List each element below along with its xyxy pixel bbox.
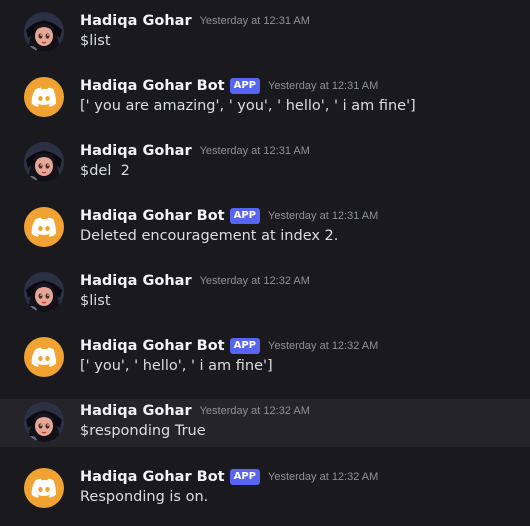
message-header: Hadiqa Gohar Bot APP Yesterday at 12:32 … <box>80 466 378 488</box>
user-avatar-icon[interactable] <box>24 142 64 182</box>
message-content: Responding is on. <box>80 489 209 505</box>
message-item[interactable]: Hadiqa Gohar Bot APP Yesterday at 12:31 … <box>0 75 530 123</box>
message-item[interactable]: Hadiqa Gohar Yesterday at 12:31 AM $del … <box>0 140 530 188</box>
message-content: Deleted encouragement at index 2. <box>80 228 339 244</box>
message-item[interactable]: Hadiqa Gohar Bot APP Yesterday at 12:31 … <box>0 205 530 253</box>
user-avatar-icon[interactable] <box>24 402 64 442</box>
timestamp[interactable]: Yesterday at 12:31 AM <box>200 15 310 27</box>
timestamp[interactable]: Yesterday at 12:32 AM <box>268 471 378 483</box>
message-list: Hadiqa Gohar Yesterday at 12:31 AM $list… <box>0 0 530 526</box>
message-content: [' you are amazing', ' you', ' hello', '… <box>80 98 416 114</box>
message-header: Hadiqa Gohar Bot APP Yesterday at 12:31 … <box>80 75 378 97</box>
author-name[interactable]: Hadiqa Gohar Bot <box>80 338 225 354</box>
author-name[interactable]: Hadiqa Gohar Bot <box>80 208 225 224</box>
message-header: Hadiqa Gohar Bot APP Yesterday at 12:31 … <box>80 205 378 227</box>
message-item-hovered[interactable]: Hadiqa Gohar Yesterday at 12:32 AM $resp… <box>0 399 530 447</box>
message-content: $responding True <box>80 423 206 439</box>
timestamp[interactable]: Yesterday at 12:32 AM <box>200 275 310 287</box>
timestamp[interactable]: Yesterday at 12:32 AM <box>200 405 310 417</box>
author-name[interactable]: Hadiqa Gohar <box>80 403 192 419</box>
message-header: Hadiqa Gohar Yesterday at 12:32 AM <box>80 400 310 422</box>
author-name[interactable]: Hadiqa Gohar Bot <box>80 469 225 485</box>
app-badge: APP <box>229 338 261 354</box>
discord-logo-icon[interactable] <box>24 77 64 117</box>
discord-logo-icon[interactable] <box>24 207 64 247</box>
message-header: Hadiqa Gohar Yesterday at 12:32 AM <box>80 270 310 292</box>
app-badge: APP <box>229 469 261 485</box>
discord-logo-icon[interactable] <box>24 337 64 377</box>
author-name[interactable]: Hadiqa Gohar Bot <box>80 78 225 94</box>
message-content: $list <box>80 293 111 309</box>
author-name[interactable]: Hadiqa Gohar <box>80 143 192 159</box>
message-content: [' you', ' hello', ' i am fine'] <box>80 358 273 374</box>
timestamp[interactable]: Yesterday at 12:32 AM <box>268 340 378 352</box>
user-avatar-icon[interactable] <box>24 12 64 52</box>
timestamp[interactable]: Yesterday at 12:31 AM <box>200 145 310 157</box>
timestamp[interactable]: Yesterday at 12:31 AM <box>268 210 378 222</box>
message-item[interactable]: Hadiqa Gohar Yesterday at 12:31 AM $list <box>0 10 530 58</box>
message-header: Hadiqa Gohar Yesterday at 12:31 AM <box>80 10 310 32</box>
timestamp[interactable]: Yesterday at 12:31 AM <box>268 80 378 92</box>
message-item[interactable]: Hadiqa Gohar Bot APP Yesterday at 12:32 … <box>0 466 530 514</box>
message-header: Hadiqa Gohar Yesterday at 12:31 AM <box>80 140 310 162</box>
app-badge: APP <box>229 208 261 224</box>
message-item[interactable]: Hadiqa Gohar Yesterday at 12:32 AM $list <box>0 270 530 318</box>
message-content: $list <box>80 33 111 49</box>
author-name[interactable]: Hadiqa Gohar <box>80 13 192 29</box>
author-name[interactable]: Hadiqa Gohar <box>80 273 192 289</box>
message-item[interactable]: Hadiqa Gohar Bot APP Yesterday at 12:32 … <box>0 335 530 383</box>
app-badge: APP <box>229 78 261 94</box>
message-header: Hadiqa Gohar Bot APP Yesterday at 12:32 … <box>80 335 378 357</box>
message-content: $del 2 <box>80 163 130 179</box>
discord-logo-icon[interactable] <box>24 468 64 508</box>
user-avatar-icon[interactable] <box>24 272 64 312</box>
